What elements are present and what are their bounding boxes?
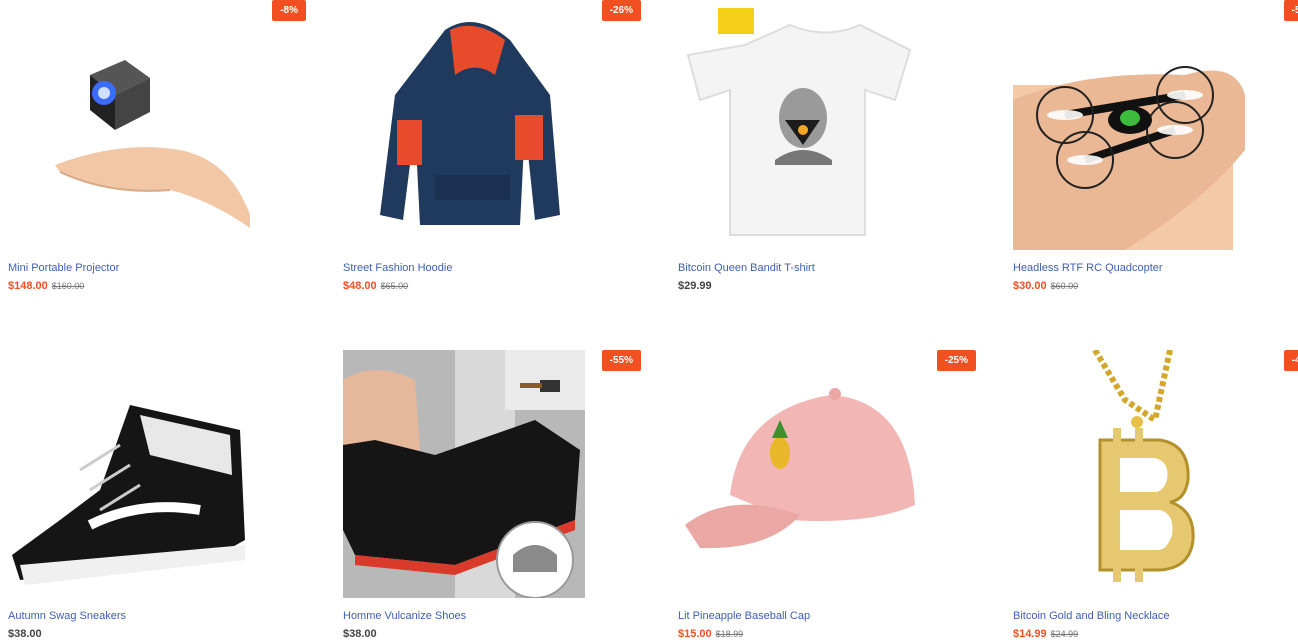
product-title[interactable]: Headless RTF RC Quadcopter: [1013, 262, 1298, 274]
hoodie-image: [380, 22, 560, 225]
old-price: $160.00: [51, 281, 85, 291]
product-card: -55% Homme Vulcanize Shoes $38.00: [335, 350, 645, 640]
product-title[interactable]: Street Fashion Hoodie: [343, 262, 645, 274]
price-row: $30.00 $60.00: [1013, 280, 1298, 292]
quadcopter-image: [1013, 66, 1245, 250]
price: $38.00: [343, 628, 377, 640]
product-title[interactable]: Lit Pineapple Baseball Cap: [678, 610, 980, 622]
product-card: -25% Lit Pineapple Baseball Cap $15.00 $1…: [670, 350, 980, 640]
product-image[interactable]: -40%: [1005, 350, 1298, 598]
product-title[interactable]: Bitcoin Gold and Bling Necklace: [1013, 610, 1298, 622]
product-image[interactable]: -50%: [1005, 0, 1298, 250]
old-price: $65.00: [380, 281, 409, 291]
product-title[interactable]: Bitcoin Queen Bandit T-shirt: [678, 262, 980, 274]
price-row: $48.00 $65.00: [343, 280, 645, 292]
product-title[interactable]: Homme Vulcanize Shoes: [343, 610, 645, 622]
cap-image: [685, 388, 915, 549]
product-title[interactable]: Autumn Swag Sneakers: [8, 610, 310, 622]
product-card: -8% Mini Portable Projector $148.00 $160.…: [0, 0, 310, 292]
product-image[interactable]: -25%: [670, 350, 980, 598]
product-card: -26% Street Fashion Hoodie $48.00 $65.00: [335, 0, 645, 292]
sale-price: $30.00: [1013, 280, 1047, 292]
price-row: $29.99: [678, 280, 980, 292]
price-row: $38.00: [343, 628, 645, 640]
price-row: $148.00 $160.00: [8, 280, 310, 292]
product-grid: -8% Mini Portable Projector $148.00 $160.…: [0, 0, 1298, 644]
product-card: Bitcoin Queen Bandit T-shirt $29.99: [670, 0, 980, 292]
sale-price: $14.99: [1013, 628, 1047, 640]
product-image[interactable]: -55%: [335, 350, 645, 598]
old-price: $18.99: [715, 629, 744, 639]
sale-price: $148.00: [8, 280, 48, 292]
tshirt-image: [686, 8, 912, 236]
sale-price: $48.00: [343, 280, 377, 292]
necklace-image: [1092, 350, 1195, 582]
sale-price: $15.00: [678, 628, 712, 640]
discount-badge: -50%: [1283, 0, 1298, 21]
discount-badge: -8%: [272, 0, 306, 21]
product-image[interactable]: -26%: [335, 0, 645, 250]
price: $29.99: [678, 280, 712, 292]
discount-badge: -40%: [1283, 350, 1298, 371]
product-card: -50% Headless RTF RC Quadcopter $30.00$6…: [1005, 0, 1298, 292]
price-row: $38.00: [8, 628, 310, 640]
sneakers-image: [12, 405, 245, 585]
product-image[interactable]: -8%: [0, 0, 310, 250]
product-card: Autumn Swag Sneakers $38.00: [0, 350, 310, 640]
price-row: $14.99 $24.99: [1013, 628, 1298, 640]
product-card: -40% Bitcoin Gold and Bling Necklace $14…: [1005, 350, 1298, 640]
product-image[interactable]: [0, 350, 310, 598]
product-title[interactable]: Mini Portable Projector: [8, 262, 310, 274]
discount-badge: -55%: [601, 350, 641, 371]
discount-badge: -26%: [601, 0, 641, 21]
shoes-image: [343, 350, 585, 598]
old-price: $60.00: [1050, 281, 1079, 291]
old-price: $24.99: [1050, 629, 1079, 639]
product-image[interactable]: [670, 0, 980, 250]
price: $38.00: [8, 628, 42, 640]
discount-badge: -25%: [936, 350, 976, 371]
price-row: $15.00 $18.99: [678, 628, 980, 640]
projector-image: [55, 60, 250, 228]
